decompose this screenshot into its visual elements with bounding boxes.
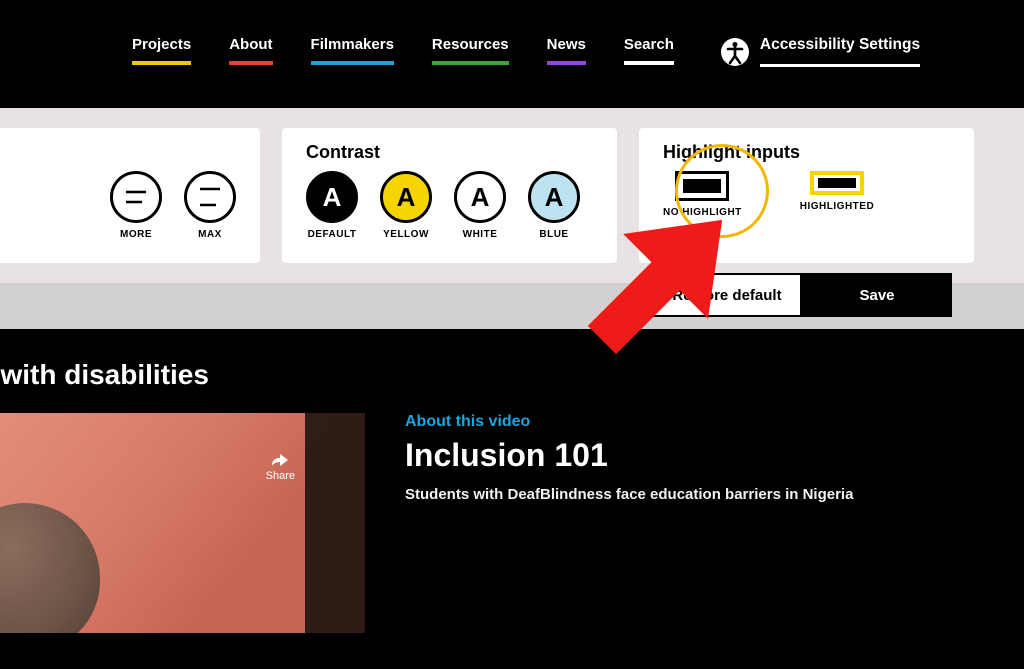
spacing-icon <box>110 171 162 223</box>
option-label: MAX <box>198 229 222 240</box>
contrast-option-default[interactable]: A DEFAULT <box>306 171 358 240</box>
video-title: Inclusion 101 <box>405 437 853 474</box>
option-label: HIGHLIGHTED <box>800 201 874 212</box>
share-button[interactable]: Share <box>266 453 295 482</box>
about-video-label: About this video <box>405 413 853 431</box>
contrast-swatch-icon: A <box>454 171 506 223</box>
option-label: DEFAULT <box>308 229 357 240</box>
video-description: Students with DeafBlindness face educati… <box>405 486 853 503</box>
contrast-option-blue[interactable]: A BLUE <box>528 171 580 240</box>
contrast-option-yellow[interactable]: A YELLOW <box>380 171 432 240</box>
contrast-swatch-icon: A <box>306 171 358 223</box>
nav-label: Resources <box>432 36 509 53</box>
video-meta: About this video Inclusion 101 Students … <box>405 413 853 633</box>
contrast-card: Contrast A DEFAULT A YELLOW A WHITE A BL… <box>282 128 617 263</box>
option-label: MORE <box>120 229 152 240</box>
restore-default-button[interactable]: Restore default <box>652 273 802 317</box>
option-label: YELLOW <box>383 229 429 240</box>
nav-underline <box>547 61 586 65</box>
nav-label: Search <box>624 36 674 53</box>
page-title: ns with disabilities <box>0 359 1024 391</box>
spacing-option-more[interactable]: MORE <box>110 171 162 240</box>
option-label: BLUE <box>539 229 568 240</box>
accessibility-panel: ng MORE MAX Contrast A DEFAULT <box>0 108 1024 283</box>
spacing-option-max[interactable]: MAX <box>184 171 236 240</box>
card-title: Highlight inputs <box>663 142 950 163</box>
highlight-option-highlighted[interactable]: HIGHLIGHTED <box>800 171 874 212</box>
nav-label: News <box>547 36 586 53</box>
highlight-option-none[interactable]: NO HIGHLIGHT <box>663 171 742 218</box>
nav-label: Filmmakers <box>311 36 394 53</box>
nav-label: About <box>229 36 272 53</box>
highlighted-icon <box>810 171 864 195</box>
contrast-swatch-icon: A <box>380 171 432 223</box>
share-icon <box>271 453 289 467</box>
save-button[interactable]: Save <box>802 273 952 317</box>
nav-underline <box>132 61 191 65</box>
share-label: Share <box>266 470 295 482</box>
accessibility-settings-toggle[interactable]: Accessibility Settings <box>720 36 920 67</box>
nav-news[interactable]: News <box>547 36 586 65</box>
action-buttons: Restore default Save <box>652 273 952 317</box>
nav-resources[interactable]: Resources <box>432 36 509 65</box>
video-still-image <box>0 503 100 633</box>
option-label: NO HIGHLIGHT <box>663 207 742 218</box>
nav-underline <box>229 61 272 65</box>
nav-projects[interactable]: Projects <box>132 36 191 65</box>
option-label: WHITE <box>463 229 498 240</box>
accessibility-label: Accessibility Settings <box>760 36 920 67</box>
nav-label: Projects <box>132 36 191 53</box>
nav-underline <box>624 61 674 65</box>
accessibility-icon <box>720 37 750 67</box>
no-highlight-icon <box>675 171 729 201</box>
nav-about[interactable]: About <box>229 36 272 65</box>
spacing-icon <box>184 171 236 223</box>
card-title: Contrast <box>306 142 593 163</box>
nav-underline <box>311 61 394 65</box>
nav-search[interactable]: Search <box>624 36 674 65</box>
highlight-card: Highlight inputs NO HIGHLIGHT HIGHLIGHTE… <box>639 128 974 263</box>
nav-underline <box>432 61 509 65</box>
spacing-card: ng MORE MAX <box>0 128 260 263</box>
header-nav: Projects About Filmmakers Resources News… <box>0 0 1024 108</box>
nav-filmmakers[interactable]: Filmmakers <box>311 36 394 65</box>
main-content: ns with disabilities Share About this vi… <box>0 329 1024 669</box>
video-thumbnail[interactable]: Share <box>0 413 365 633</box>
contrast-option-white[interactable]: A WHITE <box>454 171 506 240</box>
contrast-swatch-icon: A <box>528 171 580 223</box>
video-overlay <box>305 413 365 633</box>
